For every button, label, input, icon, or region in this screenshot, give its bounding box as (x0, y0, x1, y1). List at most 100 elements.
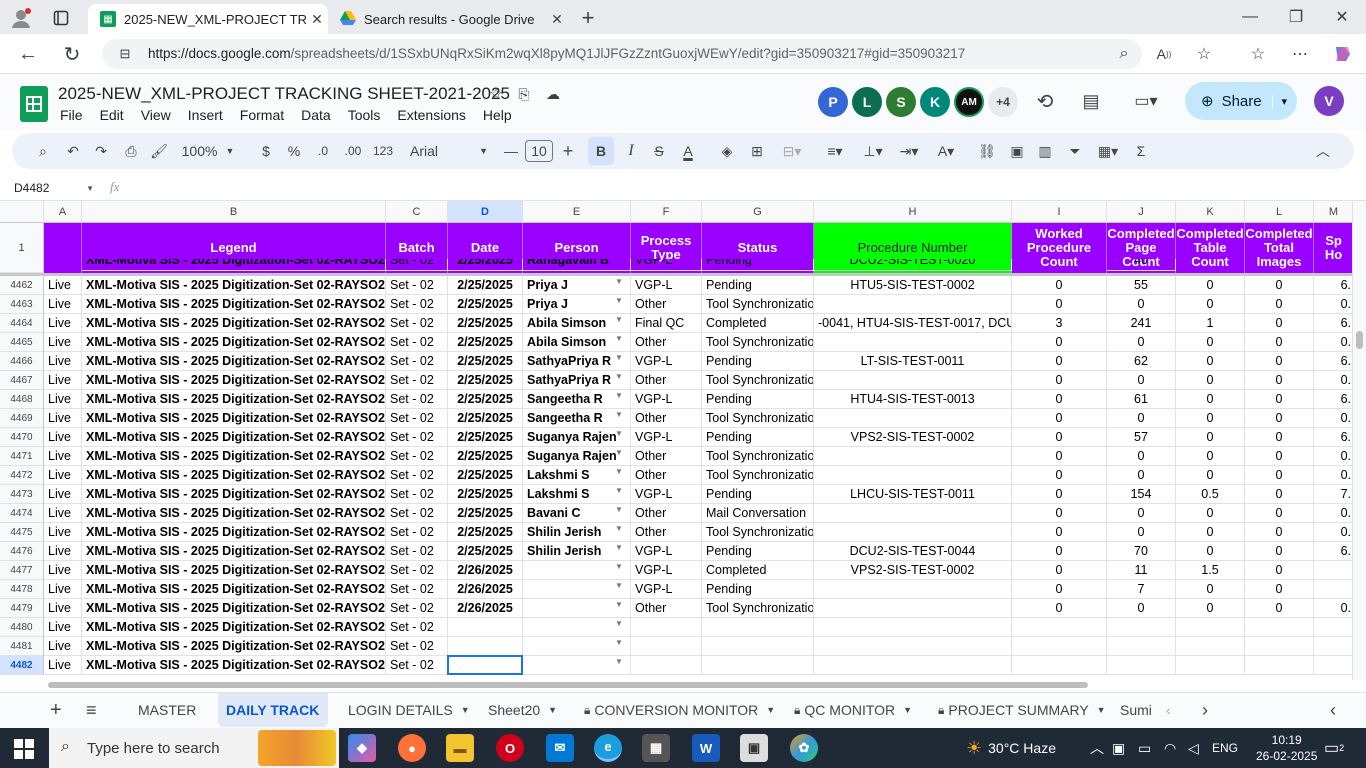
cell-b[interactable]: XML-Motiva SIS - 2025 Digitization-Set 0… (82, 333, 386, 352)
menu-file[interactable]: File (60, 107, 83, 123)
history-icon[interactable]: ⟲ (1032, 88, 1058, 114)
cell-j[interactable]: 0 (1107, 295, 1176, 314)
cell-g[interactable]: Pending (702, 428, 814, 447)
column-header-a[interactable]: A (44, 201, 82, 223)
chevron-down-icon[interactable]: ▼ (615, 543, 623, 552)
cell-k[interactable]: 0 (1176, 447, 1245, 466)
cell-k[interactable]: 0 (1176, 276, 1245, 295)
text-color-button[interactable]: A (676, 133, 700, 169)
cell-i[interactable]: 0 (1012, 504, 1107, 523)
cell-d[interactable] (448, 618, 523, 637)
row-header[interactable]: 4469 (0, 409, 44, 428)
cell-j[interactable]: 0 (1107, 599, 1176, 618)
cell-b[interactable]: XML-Motiva SIS - 2025 Digitization-Set 0… (82, 485, 386, 504)
new-tab-icon[interactable]: + (574, 4, 602, 32)
cell-a[interactable]: Live (44, 504, 82, 523)
row-header[interactable]: 4478 (0, 580, 44, 599)
formula-input[interactable] (136, 178, 1336, 198)
row-header[interactable]: 4463 (0, 295, 44, 314)
cell-f[interactable]: VGP-L (631, 390, 702, 409)
cell-h[interactable]: DCU2-SIS-TEST-0044 (814, 542, 1012, 561)
cell-d[interactable]: 2/25/2025 (448, 295, 523, 314)
cell-g[interactable]: Tool Synchronization (702, 333, 814, 352)
cell-a[interactable]: Live (44, 333, 82, 352)
cell-h[interactable] (814, 523, 1012, 542)
cell-a[interactable]: Live (44, 580, 82, 599)
cell-j[interactable] (1107, 618, 1176, 637)
text-rotation-icon[interactable]: A▾ (930, 133, 962, 169)
row-header[interactable]: 4477 (0, 561, 44, 580)
cell-h[interactable]: LHCU-SIS-TEST-0011 (814, 485, 1012, 504)
cell-h[interactable]: LT-SIS-TEST-0011 (814, 352, 1012, 371)
cell-b[interactable]: XML-Motiva SIS - 2025 Digitization-Set 0… (82, 561, 386, 580)
cell-g[interactable]: Tool Synchronization (702, 295, 814, 314)
cell-m[interactable] (1314, 561, 1352, 580)
decrease-font-size-button[interactable]: — (502, 133, 520, 169)
start-icon[interactable] (14, 739, 34, 759)
cell-c[interactable]: Set - 02 (386, 656, 448, 675)
cell-b[interactable]: XML-Motiva SIS - 2025 Digitization-Set 0… (82, 390, 386, 409)
cell-l[interactable]: 0 (1245, 409, 1314, 428)
cell-g[interactable] (702, 618, 814, 637)
cell-c[interactable]: Set - 02 (386, 542, 448, 561)
user-avatar[interactable]: V (1314, 86, 1344, 116)
profile-icon[interactable] (8, 6, 34, 30)
cell-m[interactable]: 6. (1314, 428, 1352, 447)
cell-d[interactable]: 2/25/2025 (448, 333, 523, 352)
cell-l[interactable]: 0 (1245, 333, 1314, 352)
cell-a[interactable]: Live (44, 295, 82, 314)
move-icon[interactable]: ⎘ (514, 84, 534, 104)
cell-c[interactable]: Set - 02 (386, 371, 448, 390)
cell-h[interactable] (814, 295, 1012, 314)
chevron-down-icon[interactable]: ▼ (327, 705, 328, 715)
network-icon[interactable]: ▣ (1112, 728, 1125, 768)
chevron-down-icon[interactable]: ▼ (615, 619, 623, 628)
chevron-down-icon[interactable]: ▼ (615, 581, 623, 590)
cell-f[interactable] (631, 656, 702, 675)
column-header-m[interactable]: M (1314, 201, 1352, 223)
cell-f[interactable]: Other (631, 409, 702, 428)
cell-h[interactable]: HTU4-SIS-TEST-0013 (814, 390, 1012, 409)
cell-d[interactable]: 2/25/2025 (448, 314, 523, 333)
chevron-down-icon[interactable]: ▼ (615, 277, 623, 286)
cell-m[interactable] (1314, 656, 1352, 675)
cell-h[interactable] (814, 599, 1012, 618)
search-highlight-image[interactable] (258, 730, 336, 766)
cell-b[interactable]: XML-Motiva SIS - 2025 Digitization-Set 0… (82, 504, 386, 523)
all-sheets-icon[interactable]: ≡ (86, 693, 106, 727)
percent-format-button[interactable]: % (284, 133, 304, 169)
row-header[interactable]: 4470 (0, 428, 44, 447)
cell-a[interactable]: Live (44, 352, 82, 371)
cell-g[interactable]: Mail Conversation (702, 504, 814, 523)
cell-g[interactable] (702, 637, 814, 656)
explore-toggle-icon[interactable]: ‹ (1330, 693, 1346, 727)
read-aloud-icon[interactable]: A)) (1152, 42, 1176, 66)
chevron-down-icon[interactable]: ▼ (766, 705, 774, 715)
menu-tools[interactable]: Tools (348, 107, 381, 123)
cell-k[interactable]: 0 (1176, 371, 1245, 390)
scroll-tabs-right-icon[interactable]: › (1202, 693, 1218, 727)
cell-l[interactable] (1245, 618, 1314, 637)
cell-b[interactable]: XML-Motiva SIS - 2025 Digitization-Set 0… (82, 656, 386, 675)
cell-i[interactable] (1012, 656, 1107, 675)
borders-icon[interactable]: ⊞ (746, 133, 768, 169)
column-header-h[interactable]: H (814, 201, 1012, 223)
cell-i[interactable] (1012, 618, 1107, 637)
collaborator-avatar[interactable]: K (920, 87, 950, 117)
chevron-down-icon[interactable]: ▼ (615, 467, 623, 476)
cell-d[interactable] (448, 637, 523, 656)
cell-a[interactable]: Live (44, 276, 82, 295)
cell-k[interactable]: 0 (1176, 599, 1245, 618)
cell-l[interactable]: 0 (1245, 504, 1314, 523)
copilot-icon[interactable] (1330, 42, 1356, 66)
cell-g[interactable]: Completed (702, 314, 814, 333)
cell-c[interactable]: Set - 02 (386, 580, 448, 599)
cell-a[interactable]: Live (44, 599, 82, 618)
cell-h[interactable]: HTU5-SIS-TEST-0002 (814, 276, 1012, 295)
row-header[interactable]: 4472 (0, 466, 44, 485)
cell-f[interactable]: VGP-L (631, 561, 702, 580)
cell-a[interactable]: Live (44, 485, 82, 504)
cell-l[interactable]: 0 (1245, 295, 1314, 314)
vertical-align-icon[interactable]: ⊥▾ (858, 133, 888, 169)
cell-h[interactable] (814, 618, 1012, 637)
